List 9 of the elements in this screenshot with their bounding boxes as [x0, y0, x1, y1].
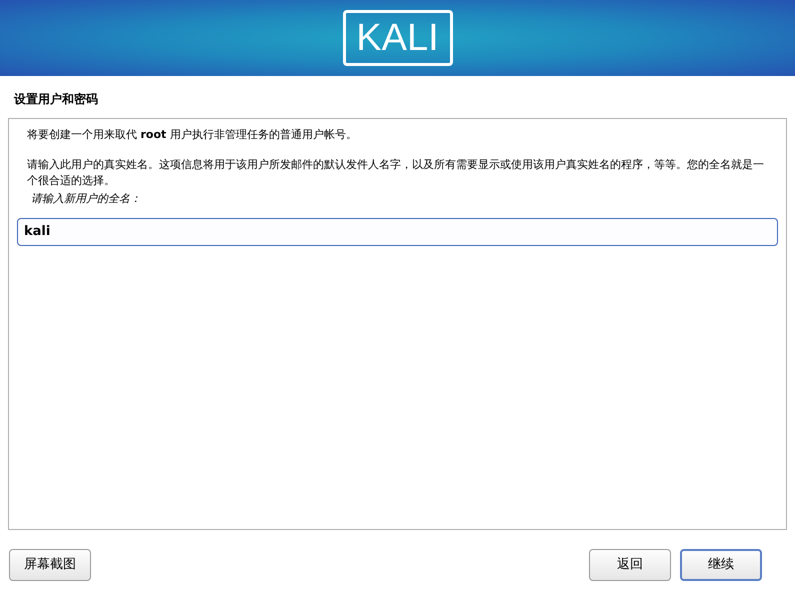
page-title: 设置用户和密码	[12, 91, 99, 108]
logo: KALI	[342, 10, 452, 66]
description-text: 请输入此用户的真实姓名。这项信息将用于该用户所发邮件的默认发件人名字，以及所有需要显示或使用该用户真实姓名的程序，等等。您的全名就是一个很合适的选择。	[27, 157, 765, 189]
field-label: 请输入新用户的全名：	[31, 191, 142, 207]
continue-button[interactable]: 继续	[680, 549, 762, 581]
intro-text: 将要创建一个用来取代 root 用户执行非管理任务的普通用户帐号。	[27, 127, 358, 143]
screenshot-button[interactable]: 屏幕截图	[9, 549, 91, 581]
full-name-field[interactable]: kali	[17, 218, 778, 246]
back-button[interactable]: 返回	[589, 549, 671, 581]
